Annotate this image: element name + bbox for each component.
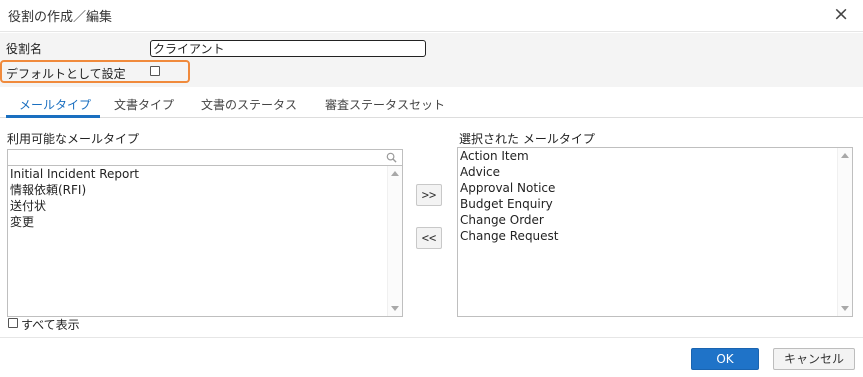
tab-document-types[interactable]: 文書タイプ [114, 96, 174, 113]
list-item[interactable]: Change Order [460, 212, 544, 228]
list-item[interactable]: Change Request [460, 228, 559, 244]
list-item[interactable]: 送付状 [10, 198, 46, 214]
scroll-down-icon[interactable] [841, 306, 849, 311]
selected-list-caption: 選択された メールタイプ [459, 132, 595, 146]
close-icon[interactable]: × [833, 3, 849, 25]
scroll-up-icon[interactable] [841, 153, 849, 158]
default-setting-label: デフォルトとして設定 [6, 67, 126, 81]
available-list-caption: 利用可能なメールタイプ [7, 132, 140, 146]
dialog-titlebar: 役割の作成／編集 × [0, 0, 863, 32]
list-item[interactable]: Action Item [460, 148, 529, 164]
cancel-button[interactable]: キャンセル [773, 348, 855, 370]
tab-review-status-sets[interactable]: 審査ステータスセット [325, 96, 445, 113]
list-item[interactable]: Initial Incident Report [10, 166, 139, 182]
dialog-footer: OK キャンセル [0, 337, 863, 377]
list-item[interactable]: Budget Enquiry [460, 196, 553, 212]
scroll-up-icon[interactable] [391, 171, 399, 176]
scroll-down-icon[interactable] [391, 306, 399, 311]
tab-mail-types[interactable]: メールタイプ [19, 96, 91, 113]
role-name-label: 役割名 [6, 42, 43, 56]
remove-button[interactable]: << [416, 227, 442, 249]
available-list[interactable]: Initial Incident Report 情報依頼(RFI) 送付状 変更 [7, 165, 403, 317]
tab-document-status[interactable]: 文書のステータス [201, 96, 297, 113]
available-search-input[interactable] [7, 149, 403, 166]
add-button[interactable]: >> [416, 184, 442, 206]
role-form: 役割名 デフォルトとして設定 [0, 33, 863, 87]
selected-list[interactable]: Action Item Advice Approval Notice Budge… [457, 147, 853, 317]
list-item[interactable]: 情報依頼(RFI) [10, 182, 86, 198]
show-all-label: すべて表示 [21, 318, 80, 332]
available-list-scrollbar[interactable] [387, 166, 402, 316]
ok-button[interactable]: OK [691, 348, 759, 370]
tab-bar: メールタイプ 文書タイプ 文書のステータス 審査ステータスセット [0, 88, 863, 118]
list-item[interactable]: 変更 [10, 214, 34, 230]
default-setting-checkbox[interactable] [150, 66, 160, 76]
list-item[interactable]: Approval Notice [460, 180, 555, 196]
selected-list-scrollbar[interactable] [837, 148, 852, 316]
dialog-title: 役割の作成／編集 [8, 10, 113, 25]
list-item[interactable]: Advice [460, 164, 500, 180]
show-all-checkbox[interactable] [8, 318, 18, 328]
role-name-input[interactable] [150, 40, 426, 57]
active-tab-indicator [6, 115, 100, 118]
search-icon [386, 152, 397, 163]
